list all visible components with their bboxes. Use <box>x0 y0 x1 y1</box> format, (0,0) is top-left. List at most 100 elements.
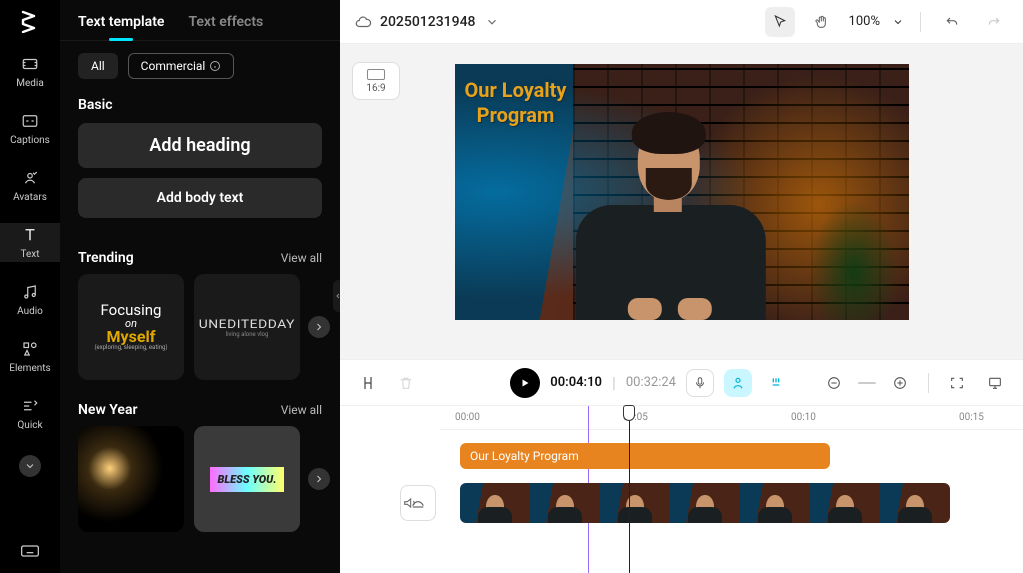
carousel-next[interactable] <box>308 316 330 338</box>
undo-button[interactable] <box>937 7 967 37</box>
panel-tabs: Text template Text effects <box>60 0 340 41</box>
video-clip[interactable] <box>460 483 950 523</box>
filter-commercial[interactable]: Commercial <box>128 53 235 79</box>
zoom-label[interactable]: 100% <box>849 14 880 29</box>
delete-button[interactable] <box>392 369 420 397</box>
trending-row: Focusing on Myself (exploring, sleeping,… <box>78 274 322 380</box>
auto-caption-button[interactable] <box>724 369 752 397</box>
app-logo[interactable] <box>17 8 43 34</box>
chevron-down-icon[interactable] <box>892 16 904 28</box>
fit-button[interactable] <box>943 369 971 397</box>
zoom-out-button[interactable] <box>820 369 848 397</box>
text-panel: Text template Text effects All Commercia… <box>60 0 340 573</box>
time-total: 00:32:24 <box>626 375 676 390</box>
tab-text-template[interactable]: Text template <box>78 14 164 30</box>
text-track[interactable]: Our Loyalty Program <box>390 435 1023 477</box>
media-icon <box>20 54 40 74</box>
project-menu[interactable] <box>483 13 501 31</box>
rail-keyboard[interactable] <box>0 539 60 563</box>
elements-icon <box>20 339 40 359</box>
rail-more[interactable] <box>19 455 41 477</box>
playhead[interactable] <box>629 406 630 573</box>
present-button[interactable] <box>981 369 1009 397</box>
add-heading-button[interactable]: Add heading <box>78 123 322 168</box>
section-trending: Trending View all Focusing on Myself (ex… <box>60 232 340 384</box>
filter-row: All Commercial <box>60 41 340 89</box>
chevron-right-icon <box>313 473 325 485</box>
rail-label: Text <box>20 249 39 260</box>
add-body-text-button[interactable]: Add body text <box>78 178 322 218</box>
rail-captions[interactable]: Captions <box>0 109 60 148</box>
main-area: 202501231948 100% 16:9 Our Loyalty <box>340 0 1023 573</box>
ratio-label: 16:9 <box>366 83 385 94</box>
text-clip[interactable]: Our Loyalty Program <box>460 443 830 469</box>
overlay-text[interactable]: Our Loyalty Program <box>465 78 567 128</box>
audio-icon <box>20 282 40 302</box>
cloud-icon[interactable] <box>354 13 372 31</box>
carousel-next[interactable] <box>308 468 330 490</box>
playhead-knob[interactable] <box>623 405 635 421</box>
magnetic-button[interactable] <box>762 369 790 397</box>
rail-label: Quick <box>17 420 42 431</box>
project-name[interactable]: 202501231948 <box>380 14 475 30</box>
text-icon <box>20 225 40 245</box>
keyboard-icon <box>20 541 40 561</box>
template-card[interactable]: Focusing on Myself (exploring, sleeping,… <box>78 274 184 380</box>
info-icon <box>209 60 221 72</box>
rail-label: Elements <box>9 363 50 374</box>
template-card[interactable]: UNEDITEDDAY living alone vlog <box>194 274 300 380</box>
tracks: Our Loyalty Program <box>390 435 1023 524</box>
section-newyear: New Year View all BLESS YOU. <box>60 384 340 536</box>
time-current: 00:04:10 <box>550 375 602 390</box>
ruler-mark: 00:15 <box>959 412 984 423</box>
rail-label: Media <box>16 78 44 89</box>
pointer-tool[interactable] <box>765 7 795 37</box>
newyear-row: BLESS YOU. <box>78 426 322 532</box>
video-preview[interactable]: Our Loyalty Program <box>455 64 909 320</box>
zoom-in-button[interactable] <box>886 369 914 397</box>
captions-icon <box>20 111 40 131</box>
video-track[interactable] <box>390 482 1023 524</box>
rail-label: Avatars <box>13 192 47 203</box>
filter-commercial-label: Commercial <box>141 59 206 73</box>
topbar: 202501231948 100% <box>340 0 1023 44</box>
rail-media[interactable]: Media <box>0 52 60 91</box>
zoom-slider[interactable] <box>858 382 876 384</box>
basic-title: Basic <box>78 97 322 113</box>
trending-title: Trending <box>78 250 134 266</box>
avatars-icon <box>20 168 40 188</box>
template-card[interactable]: BLESS YOU. <box>194 426 300 532</box>
rail-text[interactable]: Text <box>0 223 60 262</box>
tool-rail: Media Captions Avatars Text Audio Elemen… <box>0 0 60 573</box>
play-button[interactable] <box>510 368 540 398</box>
section-basic: Basic Add heading Add body text <box>60 89 340 232</box>
newyear-title: New Year <box>78 402 138 418</box>
rail-label: Captions <box>10 135 50 146</box>
voiceover-button[interactable] <box>686 369 714 397</box>
timeline[interactable]: 00:00 00:05 00:10 00:15 Our Loyalty Prog… <box>340 405 1023 573</box>
timeline-ruler[interactable]: 00:00 00:05 00:10 00:15 <box>440 406 1023 430</box>
ratio-shape-icon <box>367 69 385 80</box>
chevron-right-icon <box>313 321 325 333</box>
hand-tool[interactable] <box>807 7 837 37</box>
rail-avatars[interactable]: Avatars <box>0 166 60 205</box>
track-edit-chip[interactable] <box>400 485 436 521</box>
filter-all[interactable]: All <box>78 53 118 79</box>
template-preview: Focusing on Myself (exploring, sleeping,… <box>94 303 167 351</box>
ruler-mark: 00:00 <box>455 412 480 423</box>
rail-label: Audio <box>17 306 43 317</box>
rail-elements[interactable]: Elements <box>0 337 60 376</box>
newyear-viewall[interactable]: View all <box>281 403 322 417</box>
trending-viewall[interactable]: View all <box>281 251 322 265</box>
split-button[interactable] <box>354 369 382 397</box>
aspect-ratio-chip[interactable]: 16:9 <box>352 62 400 100</box>
template-preview: UNEDITEDDAY living alone vlog <box>205 317 289 338</box>
rail-quick[interactable]: Quick <box>0 394 60 433</box>
quick-icon <box>20 396 40 416</box>
template-card[interactable] <box>78 426 184 532</box>
preview-area: 16:9 Our Loyalty Program <box>340 44 1023 359</box>
redo-button[interactable] <box>979 7 1009 37</box>
tab-text-effects[interactable]: Text effects <box>188 14 263 30</box>
template-preview: BLESS YOU. <box>210 467 285 492</box>
rail-audio[interactable]: Audio <box>0 280 60 319</box>
